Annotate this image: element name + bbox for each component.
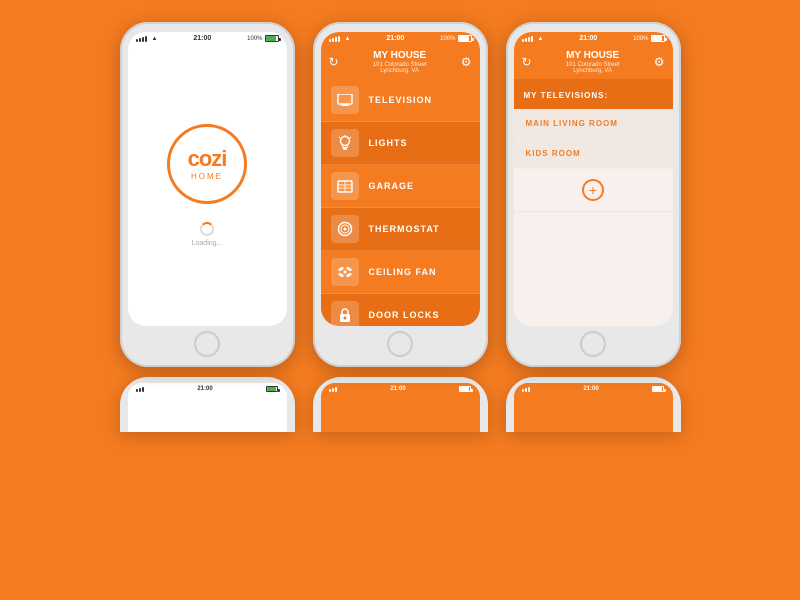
menu-item-thermostat[interactable]: THERMOSTAT <box>321 208 480 251</box>
bottom-time-3: 21:00 <box>583 386 598 392</box>
phone-tv-screen: ▲ 21:00 100% ↻ MY HOUSE 101 Colorado Str… <box>514 32 673 326</box>
menu-list: TELEVISION <box>321 79 480 326</box>
plus-circle-icon: + <box>582 179 604 201</box>
bottom-time-2: 21:00 <box>390 386 405 392</box>
phone-tv: ▲ 21:00 100% ↻ MY HOUSE 101 Colorado Str… <box>506 22 681 367</box>
tv-refresh-icon[interactable]: ↻ <box>522 55 532 69</box>
cozi-home-text: HOME <box>191 172 223 181</box>
status-time-3: 21:00 <box>579 35 597 42</box>
main-living-room-label: MAIN LIVING ROOM <box>526 119 618 128</box>
battery-pct-1: 100% <box>247 36 262 42</box>
menu-item-television[interactable]: TELEVISION <box>321 79 480 122</box>
menu-item-ceiling-fan[interactable]: CEILING FAN <box>321 251 480 294</box>
splash-content: cozi HOME Loading... <box>128 45 287 326</box>
home-button-3[interactable] <box>580 331 606 357</box>
ceiling-fan-icon <box>331 258 359 286</box>
bottom-phone-3: 21:00 <box>506 377 681 432</box>
tv-item-kids-room[interactable]: KIDS ROOM <box>514 139 673 169</box>
bottom-time-1: 21:00 <box>197 386 212 392</box>
door-locks-label: DOOR LOCKS <box>369 310 440 320</box>
main-container: ▲ 21:00 100% cozi HOME <box>0 0 800 600</box>
menu-header: ↻ MY HOUSE 101 Colorado Street Lynchburg… <box>321 45 480 79</box>
lights-label: LIGHTS <box>369 138 408 148</box>
bottom-phones-row: 21:00 21:00 <box>0 377 800 432</box>
phone-menu-screen: ▲ 21:00 100% ↻ MY HOUSE 101 Colorado Str… <box>321 32 480 326</box>
garage-label: GARAGE <box>369 181 415 191</box>
spinner-icon <box>200 222 214 236</box>
add-tv-button[interactable]: + <box>514 169 673 212</box>
house-title: MY HOUSE <box>373 50 427 62</box>
battery-pct-2: 100% <box>440 36 455 42</box>
refresh-icon[interactable]: ↻ <box>329 55 339 69</box>
home-button-2[interactable] <box>387 331 413 357</box>
status-bar-2: ▲ 21:00 100% <box>321 32 480 45</box>
cozi-brand-text: cozi <box>188 148 227 170</box>
tv-house-title: MY HOUSE <box>566 50 620 62</box>
loading-indicator: Loading... <box>192 222 223 247</box>
settings-icon[interactable]: ⚙ <box>461 55 472 69</box>
phone-menu: ▲ 21:00 100% ↻ MY HOUSE 101 Colorado Str… <box>313 22 488 367</box>
phones-row: ▲ 21:00 100% cozi HOME <box>0 0 800 367</box>
bottom-phone-1: 21:00 <box>120 377 295 432</box>
house-address-2: Lynchburg, VA <box>373 68 427 74</box>
status-bar-3: ▲ 21:00 100% <box>514 32 673 45</box>
home-button-1[interactable] <box>194 331 220 357</box>
ceiling-fan-label: CEILING FAN <box>369 267 437 277</box>
tv-list: MY TELEVISIONS: MAIN LIVING ROOM KIDS RO… <box>514 79 673 326</box>
kids-room-label: KIDS ROOM <box>526 149 581 158</box>
menu-item-door-locks[interactable]: DOOR LOCKS <box>321 294 480 326</box>
tv-settings-icon[interactable]: ⚙ <box>654 55 665 69</box>
television-label: TELEVISION <box>369 95 433 105</box>
bottom-screen-1: 21:00 <box>128 383 287 432</box>
bottom-status-3: 21:00 <box>514 383 673 395</box>
bottom-phone-2: 21:00 <box>313 377 488 432</box>
lights-icon <box>331 129 359 157</box>
phone-splash-screen: ▲ 21:00 100% cozi HOME <box>128 32 287 326</box>
television-icon <box>331 86 359 114</box>
tv-header: ↻ MY HOUSE 101 Colorado Street Lynchburg… <box>514 45 673 79</box>
status-time-2: 21:00 <box>386 35 404 42</box>
thermostat-icon <box>331 215 359 243</box>
thermostat-label: THERMOSTAT <box>369 224 440 234</box>
bottom-screen-3: 21:00 <box>514 383 673 432</box>
bottom-status-2: 21:00 <box>321 383 480 395</box>
lock-icon <box>331 301 359 326</box>
tv-item-main-living-room[interactable]: MAIN LIVING ROOM <box>514 109 673 139</box>
loading-text: Loading... <box>192 240 223 247</box>
bottom-screen-2: 21:00 <box>321 383 480 432</box>
battery-pct-3: 100% <box>633 36 648 42</box>
status-time-1: 21:00 <box>193 35 211 42</box>
garage-icon <box>331 172 359 200</box>
menu-item-garage[interactable]: GARAGE <box>321 165 480 208</box>
my-televisions-label: MY TELEVISIONS: <box>514 79 673 109</box>
cozi-logo: cozi HOME <box>167 124 247 204</box>
tv-list-filler <box>514 212 673 326</box>
tv-house-address-2: Lynchburg, VA <box>566 68 620 74</box>
phone-splash: ▲ 21:00 100% cozi HOME <box>120 22 295 367</box>
status-bar-1: ▲ 21:00 100% <box>128 32 287 45</box>
menu-item-lights[interactable]: LIGHTS <box>321 122 480 165</box>
bottom-status-1: 21:00 <box>128 383 287 395</box>
